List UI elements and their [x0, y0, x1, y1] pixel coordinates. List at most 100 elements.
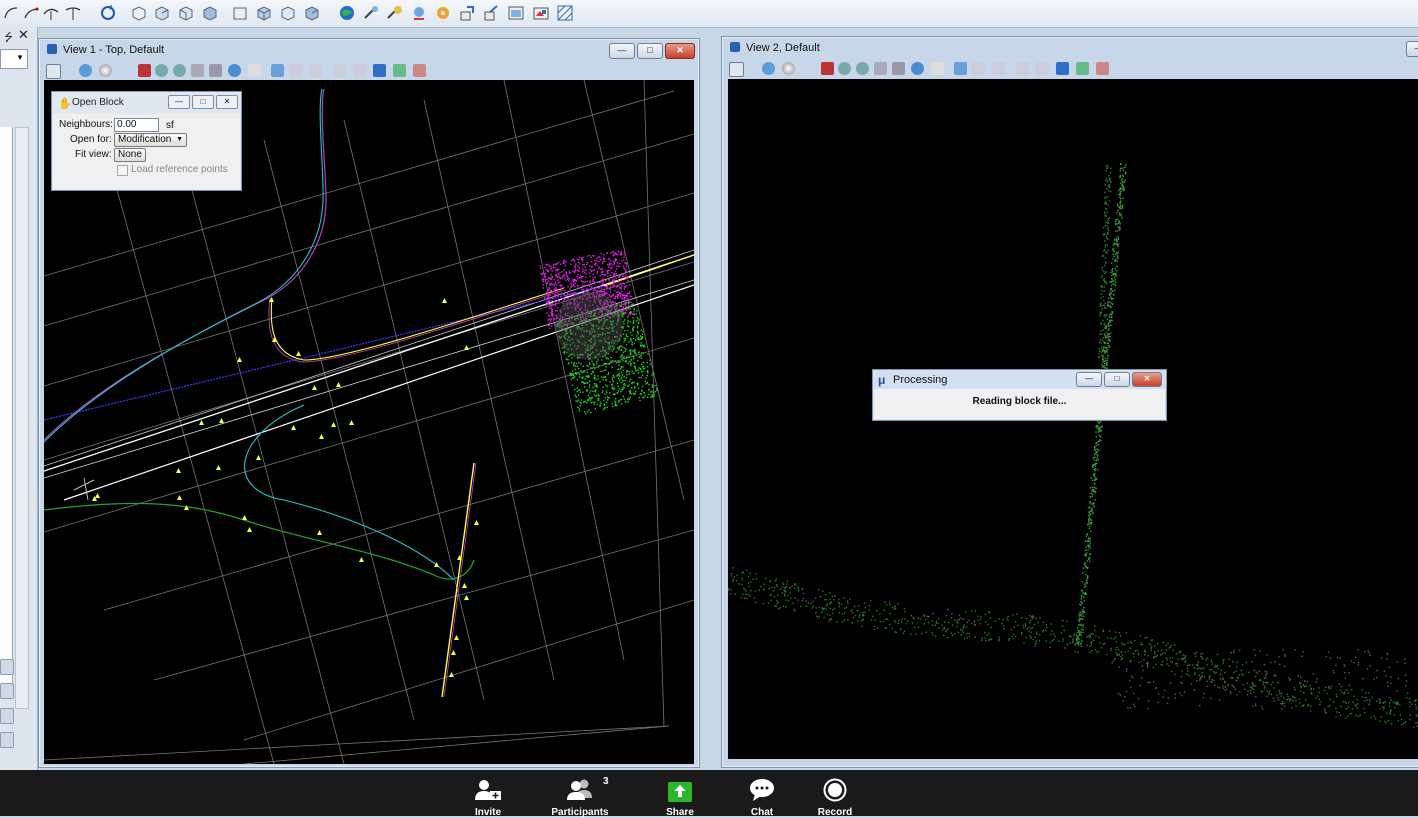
- dock-scrollbar[interactable]: [15, 127, 29, 709]
- dock-tool-button[interactable]: [0, 732, 14, 748]
- navigate-icon[interactable]: [1076, 62, 1089, 75]
- green-point: [648, 383, 650, 386]
- cube-icon[interactable]: [255, 4, 273, 22]
- fit-view-button[interactable]: None: [114, 148, 146, 162]
- minimize-button[interactable]: —: [609, 43, 635, 59]
- zoom-out-icon[interactable]: [173, 64, 186, 77]
- clip-mask-icon[interactable]: [353, 64, 366, 77]
- lighting-icon[interactable]: [99, 64, 112, 77]
- dock-tool-button[interactable]: [0, 659, 14, 675]
- curve-tool-icon[interactable]: [64, 4, 82, 22]
- pole-point: [1116, 223, 1118, 225]
- tool-icon[interactable]: [482, 4, 500, 22]
- camera-icon[interactable]: [1056, 62, 1069, 75]
- pan-view-icon[interactable]: [931, 62, 944, 75]
- clip-volume-icon[interactable]: [333, 64, 346, 77]
- update-view-icon[interactable]: [821, 62, 834, 75]
- zoom-out-icon[interactable]: [856, 62, 869, 75]
- dock-tool-button[interactable]: [0, 708, 14, 724]
- dock-tool-button[interactable]: [0, 683, 14, 699]
- update-view-icon[interactable]: [138, 64, 151, 77]
- ground-point: [1230, 652, 1232, 654]
- curve-tool-icon[interactable]: [22, 4, 40, 22]
- tool-icon[interactable]: [458, 4, 476, 22]
- maximize-button[interactable]: □: [1104, 372, 1130, 387]
- neighbours-input[interactable]: 0.00: [114, 118, 159, 132]
- display-style-icon[interactable]: [762, 62, 775, 75]
- load-reference-checkbox[interactable]: [117, 165, 128, 176]
- tool-icon[interactable]: [507, 4, 525, 22]
- tool-icon[interactable]: [556, 4, 574, 22]
- view-next-icon[interactable]: [972, 62, 985, 75]
- close-icon[interactable]: ✕: [18, 27, 29, 43]
- zoom-in-icon[interactable]: [155, 64, 168, 77]
- open-for-select[interactable]: Modification ▼: [114, 133, 187, 147]
- display-style-icon[interactable]: [79, 64, 92, 77]
- ground-point: [1409, 698, 1411, 700]
- minimize-button[interactable]: —: [1406, 41, 1418, 57]
- record-button[interactable]: Record: [812, 770, 858, 818]
- view-next-icon[interactable]: [289, 64, 302, 77]
- copy-view-icon[interactable]: [309, 64, 322, 77]
- share-button[interactable]: Share: [658, 770, 702, 818]
- pole-point: [1103, 290, 1105, 292]
- view-previous-icon[interactable]: [954, 62, 967, 75]
- zoom-in-icon[interactable]: [838, 62, 851, 75]
- ground-point: [792, 602, 794, 605]
- cube-icon[interactable]: [231, 4, 249, 22]
- rotate-view-icon[interactable]: [228, 64, 241, 77]
- clip-mask-icon[interactable]: [1036, 62, 1049, 75]
- curve-tool-icon[interactable]: [2, 4, 20, 22]
- view-2-titlebar[interactable]: View 2, Default —: [722, 37, 1418, 59]
- camera-icon[interactable]: [373, 64, 386, 77]
- window-area-icon[interactable]: [874, 62, 887, 75]
- close-button[interactable]: ✕: [216, 95, 238, 109]
- ground-point: [1033, 623, 1036, 626]
- dock-list[interactable]: [0, 127, 13, 697]
- copy-view-icon[interactable]: [992, 62, 1005, 75]
- tool-icon[interactable]: [386, 4, 404, 22]
- view-1-titlebar[interactable]: View 1 - Top, Default — □ ✕: [39, 39, 699, 61]
- cube-icon[interactable]: [303, 4, 321, 22]
- render-icon[interactable]: [1096, 62, 1109, 75]
- box-icon[interactable]: [201, 4, 219, 22]
- view-attributes-icon[interactable]: [46, 64, 61, 79]
- pan-view-icon[interactable]: [248, 64, 261, 77]
- cube-icon[interactable]: [279, 4, 297, 22]
- box-icon[interactable]: [153, 4, 171, 22]
- box-icon[interactable]: [130, 4, 148, 22]
- fit-view-icon[interactable]: [209, 64, 222, 77]
- minimize-button[interactable]: —: [1076, 372, 1102, 387]
- curve-tool-icon[interactable]: [42, 4, 60, 22]
- window-area-icon[interactable]: [191, 64, 204, 77]
- rotate-view-icon[interactable]: [99, 4, 117, 22]
- navigate-icon[interactable]: [393, 64, 406, 77]
- tool-icon[interactable]: [532, 4, 550, 22]
- view-attributes-icon[interactable]: [729, 62, 744, 77]
- clip-volume-icon[interactable]: [1016, 62, 1029, 75]
- maximize-button[interactable]: □: [192, 95, 214, 109]
- pin-icon[interactable]: ⭍: [4, 29, 13, 48]
- pole-point: [1098, 350, 1101, 352]
- minimize-button[interactable]: —: [168, 95, 190, 109]
- tool-icon[interactable]: [434, 4, 452, 22]
- render-icon[interactable]: [413, 64, 426, 77]
- pole-point: [1118, 214, 1121, 216]
- tool-icon[interactable]: [410, 4, 428, 22]
- tool-icon[interactable]: [362, 4, 380, 22]
- globe-icon[interactable]: [338, 4, 356, 22]
- close-button[interactable]: ✕: [665, 43, 695, 59]
- chat-button[interactable]: Chat: [742, 770, 782, 818]
- lighting-icon[interactable]: [782, 62, 795, 75]
- participants-button[interactable]: 3 Participants: [546, 770, 614, 818]
- fit-view-icon[interactable]: [892, 62, 905, 75]
- ground-point: [812, 605, 814, 607]
- invite-button[interactable]: Invite: [462, 770, 514, 818]
- ground-point: [1197, 665, 1199, 667]
- box-icon[interactable]: [177, 4, 195, 22]
- close-button[interactable]: ✕: [1132, 372, 1162, 387]
- rotate-view-icon[interactable]: [911, 62, 924, 75]
- dock-dropdown[interactable]: ▼: [0, 49, 28, 69]
- maximize-button[interactable]: □: [637, 43, 663, 59]
- view-previous-icon[interactable]: [271, 64, 284, 77]
